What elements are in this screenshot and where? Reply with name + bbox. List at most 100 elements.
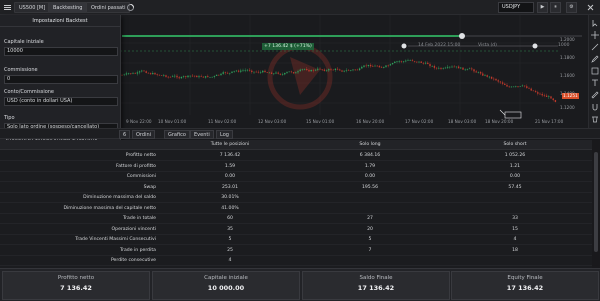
results-table: Tutte le posizioni Solo long Solo short …: [0, 140, 592, 268]
summary-value: 7 136.42: [60, 284, 92, 292]
ruler-icon[interactable]: [591, 91, 599, 99]
row-value: 4: [228, 258, 232, 263]
top-toolbar: US500 [M] Backtesting Ordini passati USD…: [0, 0, 600, 15]
row-value: 7 136.42: [219, 153, 241, 158]
table-scrollbar[interactable]: [592, 140, 600, 268]
last-price-tag: 1.1251: [562, 93, 579, 99]
row-value: 195.56: [361, 184, 379, 190]
trendline-icon[interactable]: [591, 43, 599, 51]
table-row[interactable]: Trade Vincenti Massimi Consecutivi 5 5 4: [0, 235, 592, 245]
tab-events[interactable]: Eventi: [190, 130, 214, 139]
pencil-icon[interactable]: [591, 55, 599, 63]
tab-log[interactable]: Log: [216, 130, 233, 139]
column-header[interactable]: Solo long: [300, 140, 440, 150]
menu-icon[interactable]: [3, 3, 12, 12]
row-value: [440, 256, 590, 266]
tab-symbol[interactable]: US500 [M]: [14, 2, 51, 13]
row-value: 1 052.26: [504, 153, 526, 158]
table-row[interactable]: Perdite consecutive 4: [0, 256, 592, 266]
column-header[interactable]: Solo short: [440, 140, 590, 150]
row-value: 25: [227, 247, 233, 253]
cursor-icon[interactable]: [591, 19, 599, 27]
row-label: Trade in perdita: [119, 247, 156, 253]
row-value: 15: [512, 226, 518, 232]
row-value: 1.59: [224, 163, 236, 169]
row-label: Swap: [143, 184, 156, 190]
row-value: 18: [512, 247, 518, 253]
table-row[interactable]: Trade in totale 60 27 33: [0, 214, 592, 224]
watermark-logo: [267, 44, 333, 110]
table-row[interactable]: Trade in perdita 25 7 18: [0, 246, 592, 256]
row-value: 0.00: [224, 174, 236, 179]
summary-label: Equity Finale: [507, 275, 543, 281]
panel-title: Impostazioni Backtest: [0, 15, 120, 27]
tab-past-orders[interactable]: Ordini passati: [86, 2, 131, 13]
row-label: Perdite consecutive: [110, 258, 156, 263]
table-row[interactable]: Operazioni vincenti 35 20 15: [0, 225, 592, 235]
row-value: 7: [368, 247, 372, 253]
tab-backtesting[interactable]: Backtesting: [48, 2, 88, 13]
table-row[interactable]: Diminuzione massima del saldo 30.01%: [0, 193, 592, 203]
tab-chart[interactable]: Grafico: [164, 130, 190, 139]
column-header[interactable]: Tutte le posizioni: [160, 140, 300, 150]
summary-label: Capitale iniziale: [204, 275, 248, 281]
row-value: 1.21: [509, 163, 521, 169]
summary-footer: Profitto netto 7 136.42 Capitale inizial…: [0, 268, 600, 301]
trash-icon[interactable]: [591, 115, 599, 123]
table-row[interactable]: Fattore di profitto 1.59 1.79 1.21: [0, 162, 592, 172]
crosshair-icon[interactable]: [591, 31, 599, 39]
row-label: Commissioni: [126, 174, 156, 179]
row-value: 60: [227, 216, 233, 221]
row-value: [300, 204, 440, 214]
backtest-progress[interactable]: [122, 32, 582, 40]
summary-label: Profitto netto: [57, 275, 95, 281]
initial-capital-input[interactable]: 10000: [4, 47, 118, 56]
results-tabs: 6 Ordini Grafico Eventi Log: [0, 128, 600, 139]
symbol-select[interactable]: USDJPY: [498, 2, 534, 13]
row-label: Operazioni vincenti: [111, 226, 156, 232]
text-icon[interactable]: [591, 79, 599, 87]
magnet-icon[interactable]: [591, 103, 599, 111]
slider-label: Vista (d): [478, 43, 497, 48]
summary-value: 10 000.00: [207, 284, 245, 292]
account-currency-select[interactable]: USD (conto in dollari USA): [4, 97, 118, 106]
row-value: [440, 204, 590, 214]
period-text: 14 Feb 2022 15:00: [418, 43, 461, 48]
summary-final-equity: Equity Finale 17 136.42: [451, 271, 599, 300]
view-slider[interactable]: 14 Feb 2022 15:00 Vista (d) 1000: [400, 42, 580, 50]
row-value: 35: [227, 226, 233, 232]
row-value: [300, 193, 440, 203]
row-value: 6 384.16: [359, 153, 381, 158]
row-value: 30.01%: [221, 195, 239, 200]
close-icon[interactable]: [586, 3, 595, 12]
row-value: 57.45: [508, 184, 522, 190]
pause-button[interactable]: ⏸: [550, 2, 561, 13]
row-value: 0.00: [509, 174, 521, 179]
row-label: Trade Vincenti Massimi Consecutivi: [75, 237, 156, 242]
row-value: 4: [513, 237, 517, 242]
tab-orders[interactable]: Ordini: [132, 130, 156, 139]
drawing-toolbar: [588, 15, 600, 128]
summary-net-profit: Profitto netto 7 136.42: [2, 271, 150, 300]
row-value: 27: [367, 216, 373, 221]
summary-value: 17 136.42: [357, 284, 395, 292]
table-row[interactable]: Diminuzione massima del capitale netto 41…: [0, 204, 592, 214]
play-button[interactable]: ▶: [537, 2, 548, 13]
table-row[interactable]: Profitto netto 7 136.42 6 384.16 1 052.26: [0, 151, 592, 161]
row-value: 33: [512, 216, 518, 221]
summary-value: 17 136.42: [506, 284, 544, 292]
commission-input[interactable]: 0: [4, 75, 118, 84]
table-row[interactable]: Commissioni 0.00 0.00 0.00: [0, 172, 592, 182]
settings-button[interactable]: ⚙: [566, 2, 577, 13]
table-row[interactable]: Swap 253.01 195.56 57.45: [0, 183, 592, 193]
row-value: [440, 193, 590, 203]
summary-initial-capital: Capitale iniziale 10 000.00: [152, 271, 300, 300]
summary-label: Saldo Finale: [359, 275, 393, 281]
scroll-thumb[interactable]: [594, 152, 598, 252]
summary-final-balance: Saldo Finale 17 136.42: [302, 271, 450, 300]
row-value: 253.01: [221, 184, 239, 190]
row-value: [300, 256, 440, 266]
shapes-icon[interactable]: [591, 67, 599, 75]
slider-value: 1000: [558, 43, 570, 48]
row-value: 5: [368, 237, 372, 242]
